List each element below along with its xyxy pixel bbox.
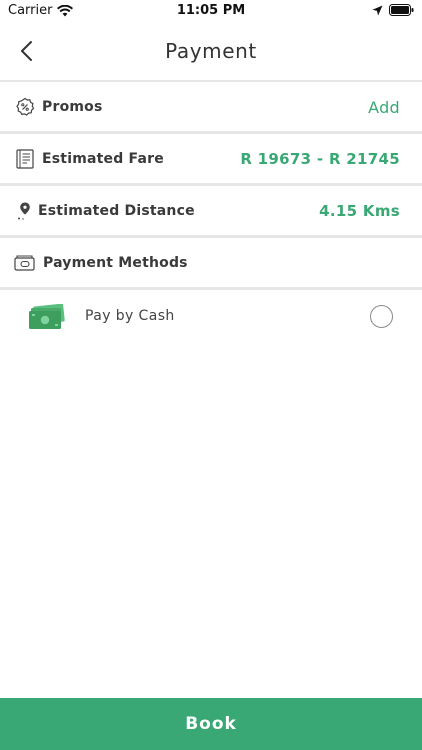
book-button[interactable]: Book <box>0 698 422 750</box>
payment-methods-label: Payment Methods <box>43 255 188 271</box>
battery-icon <box>389 4 414 16</box>
map-pin-icon <box>14 200 36 222</box>
status-time: 11:05 PM <box>176 3 246 18</box>
add-promo-button[interactable]: Add <box>368 98 400 117</box>
estimated-fare-label: Estimated Fare <box>42 151 164 167</box>
estimated-fare-value: R 19673 - R 21745 <box>240 150 400 168</box>
promos-row: Promos Add <box>0 82 422 134</box>
estimated-distance-value: 4.15 Kms <box>319 202 400 220</box>
pay-by-cash-radio[interactable] <box>370 305 393 328</box>
estimated-distance-label: Estimated Distance <box>38 203 195 219</box>
pay-by-cash-label: Pay by Cash <box>85 308 175 324</box>
page-title: Payment <box>165 39 257 63</box>
status-right-group <box>372 4 414 16</box>
wallet-icon <box>14 252 36 274</box>
promos-label: Promos <box>42 99 103 115</box>
location-arrow-icon <box>372 5 383 15</box>
status-bar: Carrier 11:05 PM <box>0 0 422 22</box>
estimated-fare-row: Estimated Fare R 19673 - R 21745 <box>0 134 422 186</box>
book-button-label: Book <box>185 714 237 734</box>
receipt-icon <box>14 148 36 170</box>
pay-by-cash-option[interactable]: Pay by Cash <box>0 292 422 342</box>
estimated-distance-row: Estimated Distance 4.15 Kms <box>0 186 422 238</box>
cash-icon <box>29 304 65 329</box>
payment-methods-header: Payment Methods <box>0 238 422 290</box>
promo-badge-icon <box>14 96 36 118</box>
navigation-bar: Payment <box>0 22 422 80</box>
